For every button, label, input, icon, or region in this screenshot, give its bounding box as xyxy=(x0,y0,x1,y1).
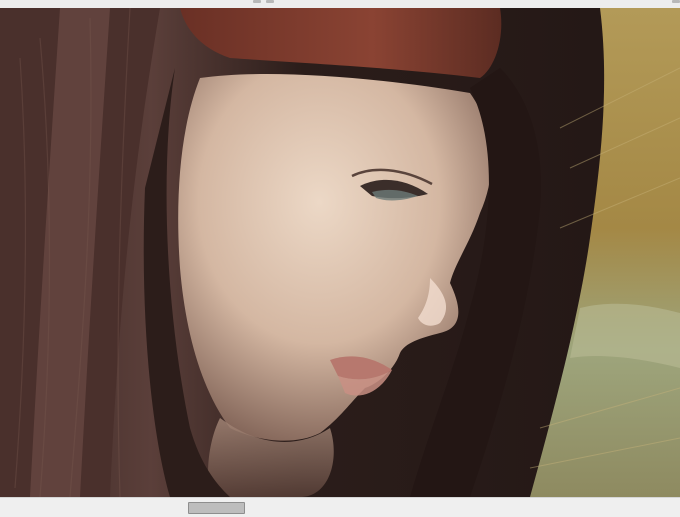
horizontal-scrollbar[interactable] xyxy=(0,497,680,517)
toolbar-remnant-icon xyxy=(253,0,261,3)
scrollbar-thumb[interactable] xyxy=(188,502,245,514)
toolbar-remnant-icon xyxy=(266,0,274,3)
portrait-painting-image xyxy=(0,8,680,497)
window-corner-icon xyxy=(672,0,680,3)
painting-app-window xyxy=(0,0,680,517)
painting-canvas[interactable] xyxy=(0,8,680,497)
